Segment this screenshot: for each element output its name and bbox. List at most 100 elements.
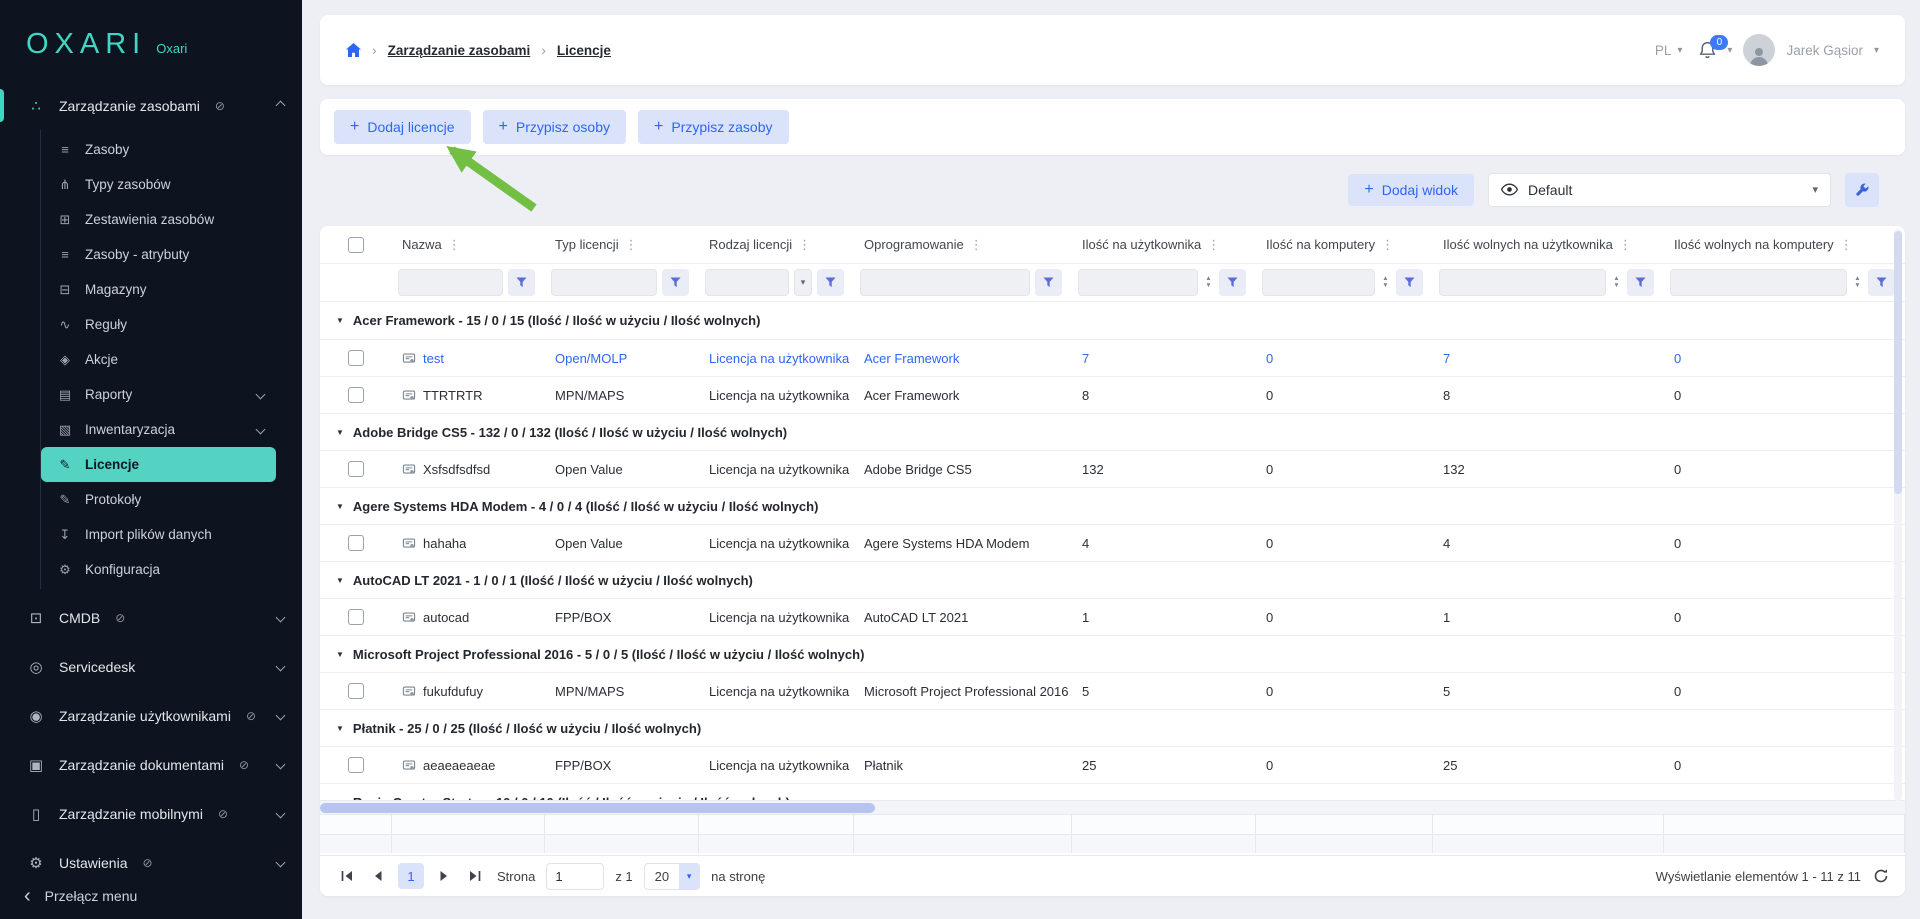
sidebar-item-ustawienia[interactable]: ⚙Ustawienia⊘ — [0, 838, 302, 873]
user-name[interactable]: Jarek Gąsior — [1786, 43, 1863, 58]
table-row-ttrtrtr[interactable]: TTRTRTRMPN/MAPSLicencja na użytkownikaAc… — [320, 376, 1905, 413]
notifications-button[interactable]: 0 — [1699, 41, 1716, 60]
group-row-microsoft-project-professional-2016[interactable]: ▼Microsoft Project Professional 2016 - 5… — [320, 635, 1905, 672]
filter-input-nazwa[interactable] — [398, 269, 503, 296]
vertical-scrollbar-thumb[interactable] — [1894, 231, 1902, 494]
sidebar-item-akcje[interactable]: ◈Akcje — [41, 342, 276, 377]
spinner-icon[interactable]: ▲▼ — [1380, 276, 1391, 290]
column-menu-icon[interactable]: ⋮ — [970, 237, 983, 253]
filter-input-ilość-wolnych-na-użytkownika[interactable] — [1439, 269, 1606, 296]
column-menu-icon[interactable]: ⋮ — [1207, 237, 1220, 253]
filter-select-caret-icon[interactable]: ▾ — [794, 269, 812, 296]
sidebar-item-cmdb[interactable]: ⊡CMDB⊘ — [0, 593, 302, 642]
license-name-link[interactable]: fukufdufuy — [423, 684, 483, 699]
filter-button-oprogramowanie[interactable] — [1035, 269, 1062, 296]
table-row-hahaha[interactable]: hahahaOpen ValueLicencja na użytkownikaA… — [320, 524, 1905, 561]
avatar[interactable] — [1743, 34, 1775, 66]
filter-button-nazwa[interactable] — [508, 269, 535, 296]
row-checkbox[interactable] — [348, 609, 364, 625]
spinner-icon[interactable]: ▲▼ — [1852, 276, 1863, 290]
filter-input-oprogramowanie[interactable] — [860, 269, 1030, 296]
horizontal-scrollbar[interactable] — [320, 800, 1905, 814]
sidebar-item-zarządzanie-użytkownikami[interactable]: ◉Zarządzanie użytkownikami⊘ — [0, 691, 302, 740]
sidebar-item-zasoby-atrybuty[interactable]: ≡Zasoby - atrybuty — [41, 237, 276, 272]
license-name-link[interactable]: test — [423, 351, 444, 366]
column-menu-icon[interactable]: ⋮ — [1619, 237, 1632, 253]
row-checkbox[interactable] — [348, 683, 364, 699]
first-page-button[interactable] — [336, 865, 358, 887]
sidebar-item-import-plików-danych[interactable]: ↧Import plików danych — [41, 517, 276, 552]
sidebar-item-zarządzanie-zasobami[interactable]: ∴Zarządzanie zasobami⊘ — [0, 81, 302, 130]
filter-input-typ-licencji[interactable] — [551, 269, 657, 296]
group-row-roxio-creator-starter[interactable]: ▼Roxio Creator Starter - 10 / 0 / 10 (Il… — [320, 783, 1905, 800]
row-checkbox[interactable] — [348, 757, 364, 773]
sidebar-item-protokoły[interactable]: ✎Protokoły — [41, 482, 276, 517]
column-menu-icon[interactable]: ⋮ — [625, 237, 638, 253]
license-name-link[interactable]: Xsfsdfsdfsd — [423, 462, 490, 477]
filter-input-ilość-na-komputery[interactable] — [1262, 269, 1375, 296]
sidebar-item-zarządzanie-mobilnymi[interactable]: ▯Zarządzanie mobilnymi⊘ — [0, 789, 302, 838]
license-name-link[interactable]: hahaha — [423, 536, 466, 551]
column-menu-icon[interactable]: ⋮ — [448, 237, 461, 253]
notifications-caret-icon[interactable]: ▾ — [1727, 45, 1732, 56]
add-view-button[interactable]: + Dodaj widok — [1348, 174, 1474, 206]
prev-page-button[interactable] — [367, 865, 389, 887]
last-page-button[interactable] — [464, 865, 486, 887]
breadcrumb-zarzadzanie-zasobami[interactable]: Zarządzanie zasobami — [388, 43, 531, 58]
page-1-button[interactable]: 1 — [398, 863, 424, 889]
table-row-autocad[interactable]: autocadFPP/BOXLicencja na użytkownikaAut… — [320, 598, 1905, 635]
collapse-group-icon[interactable]: ▼ — [336, 428, 344, 437]
sidebar-item-inwentaryzacja[interactable]: ▧Inwentaryzacja — [41, 412, 276, 447]
group-row-autocad-lt-2021[interactable]: ▼AutoCAD LT 2021 - 1 / 0 / 1 (Ilość / Il… — [320, 561, 1905, 598]
filter-input-ilość-wolnych-na-komputery[interactable] — [1670, 269, 1847, 296]
sidebar-item-servicedesk[interactable]: ◎Servicedesk — [0, 642, 302, 691]
collapse-group-icon[interactable]: ▼ — [336, 724, 344, 733]
table-row-test[interactable]: testOpen/MOLPLicencja na użytkownikaAcer… — [320, 339, 1905, 376]
group-row-agere-systems-hda-modem[interactable]: ▼Agere Systems HDA Modem - 4 / 0 / 4 (Il… — [320, 487, 1905, 524]
sidebar-item-zasoby[interactable]: ≡Zasoby — [41, 132, 276, 167]
sidebar-item-zestawienia-zasobów[interactable]: ⊞Zestawienia zasobów — [41, 202, 276, 237]
sidebar-item-licencje[interactable]: ✎Licencje — [41, 447, 276, 482]
add-license-button[interactable]: + Dodaj licencje — [334, 110, 471, 144]
license-name-link[interactable]: autocad — [423, 610, 469, 625]
select-all-checkbox[interactable] — [348, 237, 364, 253]
menu-toggle-button[interactable]: ‹ Przełącz menu — [0, 873, 302, 919]
column-menu-icon[interactable]: ⋮ — [1381, 237, 1394, 253]
collapse-group-icon[interactable]: ▼ — [336, 650, 344, 659]
home-icon[interactable] — [346, 43, 361, 57]
refresh-button[interactable] — [1873, 868, 1889, 884]
sidebar-item-magazyny[interactable]: ⊟Magazyny — [41, 272, 276, 307]
spinner-icon[interactable]: ▲▼ — [1203, 276, 1214, 290]
user-menu-caret-icon[interactable]: ▾ — [1874, 45, 1879, 56]
column-menu-icon[interactable]: ⋮ — [798, 237, 811, 253]
filter-button-ilość-na-użytkownika[interactable] — [1219, 269, 1246, 296]
license-name-link[interactable]: TTRTRTR — [423, 388, 482, 403]
table-row-fukufdufuy[interactable]: fukufdufuyMPN/MAPSLicencja na użytkownik… — [320, 672, 1905, 709]
assign-assets-button[interactable]: + Przypisz zasoby — [638, 110, 789, 144]
sidebar-item-typy-zasobów[interactable]: ⋔Typy zasobów — [41, 167, 276, 202]
sidebar-item-raporty[interactable]: ▤Raporty — [41, 377, 276, 412]
page-size-select[interactable]: 20 ▾ — [644, 863, 700, 890]
table-row-xsfsdfsdfsd[interactable]: XsfsdfsdfsdOpen ValueLicencja na użytkow… — [320, 450, 1905, 487]
sidebar-item-konfiguracja[interactable]: ⚙Konfiguracja — [41, 552, 276, 587]
collapse-group-icon[interactable]: ▼ — [336, 316, 344, 325]
filter-input-ilość-na-użytkownika[interactable] — [1078, 269, 1198, 296]
filter-button-ilość-wolnych-na-komputery[interactable] — [1868, 269, 1895, 296]
collapse-group-icon[interactable]: ▼ — [336, 502, 344, 511]
filter-button-typ-licencji[interactable] — [662, 269, 689, 296]
view-select[interactable]: Default ▾ — [1488, 173, 1831, 207]
group-row-acer-framework[interactable]: ▼Acer Framework - 15 / 0 / 15 (Ilość / I… — [320, 302, 1905, 339]
assign-people-button[interactable]: + Przypisz osoby — [483, 110, 627, 144]
filter-button-ilość-wolnych-na-użytkownika[interactable] — [1627, 269, 1654, 296]
sidebar-item-reguły[interactable]: ∿Reguły — [41, 307, 276, 342]
filter-button-ilość-na-komputery[interactable] — [1396, 269, 1423, 296]
row-checkbox[interactable] — [348, 461, 364, 477]
language-selector[interactable]: PL ▾ — [1655, 43, 1683, 58]
spinner-icon[interactable]: ▲▼ — [1611, 276, 1622, 290]
filter-button-rodzaj-licencji[interactable] — [817, 269, 844, 296]
table-settings-button[interactable] — [1845, 173, 1879, 207]
license-name-link[interactable]: aeaeaeaeae — [423, 758, 495, 773]
page-input[interactable] — [546, 863, 604, 890]
horizontal-scrollbar-thumb[interactable] — [320, 803, 875, 813]
row-checkbox[interactable] — [348, 387, 364, 403]
